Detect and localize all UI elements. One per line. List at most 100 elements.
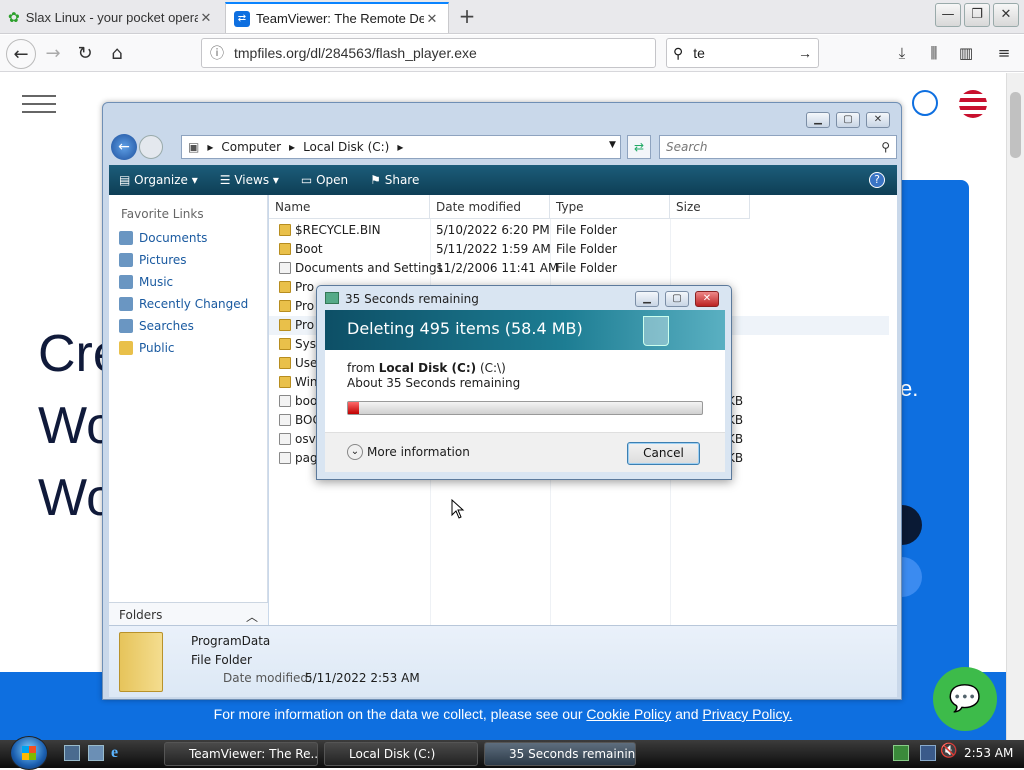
breadcrumb-computer[interactable]: Computer [221, 140, 281, 154]
open-label: Open [316, 173, 349, 187]
chat-button[interactable]: 💬 [933, 667, 997, 731]
info-icon: ⓘ [210, 45, 224, 61]
hamburger-icon[interactable] [22, 95, 56, 119]
fav-recently-changed[interactable]: Recently Changed [119, 297, 248, 311]
fav-music[interactable]: Music [119, 275, 173, 289]
refresh-icon[interactable]: ⇄ [627, 135, 651, 159]
url-bar[interactable]: ⓘ tmpfiles.org/dl/284563/flash_player.ex… [201, 38, 656, 68]
organize-label: Organize [134, 173, 188, 187]
cancel-button[interactable]: Cancel [627, 442, 700, 465]
download-icon[interactable]: ⤓ [890, 41, 914, 65]
chevron-up-icon: ︿ [245, 610, 258, 624]
task-teamviewer[interactable]: TeamViewer: The Re... [164, 742, 318, 766]
column-date[interactable]: Date modified [430, 195, 550, 219]
address-dropdown-icon[interactable]: ▼ [609, 140, 616, 150]
explorer-address-bar[interactable]: ▣ ▸ Computer ▸ Local Disk (C:) ▸ [181, 135, 621, 159]
volume-muted-icon[interactable]: 🔇 [940, 743, 957, 759]
chat-bubbles-icon: 💬 [948, 684, 982, 714]
table-row[interactable]: Boot 5/11/2022 1:59 AM File Folder [269, 240, 889, 259]
recycle-bin-icon [643, 316, 669, 346]
explorer-minimize-button[interactable]: ▁ [806, 112, 830, 128]
explorer-maximize-button[interactable]: ▢ [836, 112, 860, 128]
task-local-disk[interactable]: Local Disk (C:) [324, 742, 478, 766]
breadcrumb-local-disk[interactable]: Local Disk (C:) [303, 140, 389, 154]
help-icon[interactable]: ? [869, 172, 885, 188]
cookie-policy-link[interactable]: Cookie Policy [586, 706, 671, 722]
tab-teamviewer[interactable]: ⇄ TeamViewer: The Remote Desk ✕ [225, 2, 449, 33]
sidebar-icon[interactable]: ▥ [954, 41, 978, 65]
forward-button[interactable]: → [38, 39, 68, 69]
task-label: 35 Seconds remaining [509, 747, 636, 761]
start-button[interactable] [10, 736, 48, 770]
tray-app-icon[interactable] [893, 745, 909, 761]
views-icon: ☰ [219, 173, 235, 187]
tab-slax[interactable]: ✿ Slax Linux - your pocket operat ✕ [0, 2, 222, 33]
folders-label: Folders [119, 608, 163, 622]
library-icon[interactable]: ⫼ [922, 41, 946, 65]
explorer-search-field[interactable]: Search ⚲ [659, 135, 897, 159]
switch-windows-icon[interactable] [88, 745, 104, 761]
organize-button[interactable]: ▤ Organize ▾ [119, 173, 198, 187]
fav-documents[interactable]: Documents [119, 231, 207, 245]
progress-fill [348, 402, 359, 414]
cell-type: File Folder [556, 223, 617, 237]
maximize-button[interactable]: ❐ [964, 3, 990, 27]
column-name[interactable]: Name [269, 195, 430, 219]
explorer-forward-button[interactable] [139, 135, 163, 159]
share-button[interactable]: ⚑ Share [370, 173, 419, 187]
internet-explorer-icon[interactable]: e [111, 744, 118, 762]
explorer-back-button[interactable]: ← [111, 134, 137, 160]
dialog-heading: Deleting 495 items (58.4 MB) [347, 319, 583, 338]
fav-public[interactable]: Public [119, 341, 175, 355]
explorer-close-button[interactable]: ✕ [866, 112, 890, 128]
task-label: Local Disk (C:) [349, 747, 436, 761]
close-icon[interactable]: ✕ [424, 11, 440, 27]
dialog-titlebar[interactable]: 35 Seconds remaining ▁ ▢ ✕ [317, 286, 731, 310]
scrollbar-thumb[interactable] [1010, 92, 1021, 158]
reload-button[interactable]: ↻ [70, 39, 100, 69]
table-row[interactable]: Documents and Settings 11/2/2006 11:41 AM… [269, 259, 889, 278]
account-icon[interactable] [912, 90, 938, 116]
network-icon[interactable] [920, 745, 936, 761]
open-button[interactable]: ▭ Open [301, 173, 348, 187]
taskbar-clock[interactable]: 2:53 AM [964, 746, 1013, 760]
privacy-policy-link[interactable]: Privacy Policy. [702, 706, 792, 722]
table-row[interactable]: $RECYCLE.BIN 5/10/2022 6:20 PM File Folder [269, 221, 889, 240]
column-type[interactable]: Type [550, 195, 670, 219]
url-text: tmpfiles.org/dl/284563/flash_player.exe [234, 45, 477, 61]
new-tab-button[interactable]: + [456, 4, 478, 28]
column-name-label: Name [275, 200, 311, 214]
browser-toolbar: ← → ↻ ⌂ ⓘ tmpfiles.org/dl/284563/flash_p… [0, 35, 1024, 72]
menu-icon[interactable]: ≡ [992, 41, 1016, 65]
fav-searches[interactable]: Searches [119, 319, 194, 333]
explorer-titlebar[interactable]: ▁ ▢ ✕ [103, 103, 901, 131]
tab-title: Slax Linux - your pocket operat [25, 10, 198, 25]
page-scrollbar[interactable] [1006, 73, 1024, 740]
go-arrow-icon[interactable]: → [798, 45, 812, 61]
us-flag-icon[interactable] [959, 90, 987, 118]
folders-toggle[interactable]: Folders ︿ [109, 602, 268, 625]
column-size[interactable]: Size [670, 195, 750, 219]
fav-pictures[interactable]: Pictures [119, 253, 187, 267]
dialog-minimize-button[interactable]: ▁ [635, 291, 659, 307]
delete-progress-bar [347, 401, 703, 415]
browser-tab-bar: ✿ Slax Linux - your pocket operat ✕ ⇄ Te… [0, 0, 1024, 34]
cell-name: Pro [295, 318, 315, 332]
home-button[interactable]: ⌂ [102, 39, 132, 69]
folder-icon [279, 319, 291, 331]
cell-date: 11/2/2006 11:41 AM [436, 261, 559, 275]
column-size-label: Size [676, 200, 701, 214]
minimize-button[interactable]: — [935, 3, 961, 27]
close-window-button[interactable]: ✕ [993, 3, 1019, 27]
dialog-maximize-button[interactable]: ▢ [665, 291, 689, 307]
search-bar[interactable]: ⚲ te → [666, 38, 819, 68]
task-delete-progress[interactable]: 35 Seconds remaining [484, 742, 636, 766]
more-information-toggle[interactable]: ⌄ More information [347, 444, 470, 460]
views-button[interactable]: ☰ Views ▾ [220, 173, 279, 187]
chevron-down-icon: ⌄ [347, 444, 363, 460]
public-folder-icon [119, 341, 133, 355]
close-icon[interactable]: ✕ [198, 10, 214, 26]
back-button[interactable]: ← [6, 39, 36, 69]
show-desktop-icon[interactable] [64, 745, 80, 761]
dialog-close-button[interactable]: ✕ [695, 291, 719, 307]
